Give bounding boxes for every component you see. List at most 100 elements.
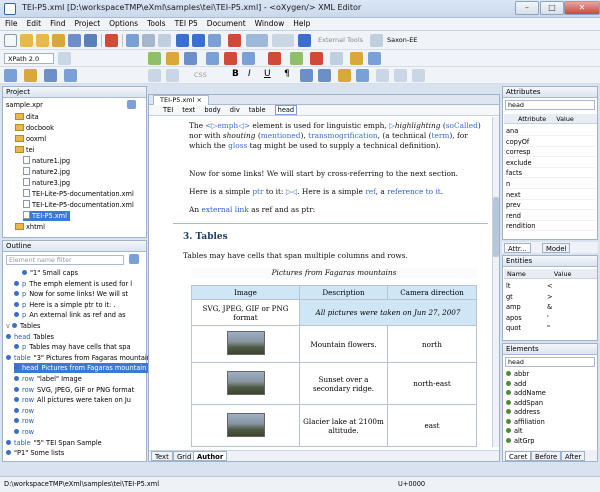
mode-text-tab[interactable]: Text [151, 451, 173, 461]
attribute-row[interactable]: rend [506, 211, 595, 221]
crumb-tei[interactable]: TEI [163, 106, 173, 114]
project-file[interactable]: sample.xpr [6, 100, 43, 110]
element-row[interactable]: addSpan [506, 398, 543, 408]
new-file-icon[interactable] [4, 34, 17, 47]
glacier-lake-image[interactable] [226, 412, 265, 437]
menu-tei[interactable]: TEI P5 [170, 18, 202, 28]
mountain-flowers-image[interactable] [226, 331, 265, 355]
tree-item[interactable]: TEI-P5.xml [23, 211, 70, 221]
image-icon[interactable] [356, 69, 369, 82]
menu-file[interactable]: File [0, 18, 22, 28]
outline-item[interactable]: v Tables [6, 321, 43, 331]
tree-item[interactable]: nature3.jpg [23, 178, 73, 188]
open-icon[interactable] [20, 34, 33, 47]
vertical-scrollbar[interactable] [492, 117, 499, 447]
outline-item[interactable]: row [14, 427, 39, 437]
tab-caret[interactable]: Caret [505, 451, 532, 461]
mode-author-tab[interactable]: Author [193, 451, 228, 461]
paragraph-icon[interactable]: ¶ [284, 69, 290, 79]
close-button[interactable]: ✕ [564, 1, 600, 15]
attribute-row[interactable]: exclude [506, 158, 595, 168]
format-icon[interactable] [184, 52, 197, 65]
attribute-row[interactable]: ana [506, 126, 595, 136]
tab-attributes[interactable]: Attr... [504, 243, 531, 253]
element-row[interactable]: altGrp [506, 436, 534, 446]
entity-row[interactable]: gt > [506, 292, 595, 302]
save-all-icon[interactable] [84, 34, 97, 47]
save-icon[interactable] [68, 34, 81, 47]
attributes-element-select[interactable]: head [505, 100, 595, 110]
project-menu-icon[interactable] [127, 100, 136, 109]
attribute-row[interactable]: n [506, 179, 595, 189]
link-icon[interactable] [338, 69, 351, 82]
outline-item[interactable]: p Now for some links! We will st [14, 289, 130, 299]
tags-icon[interactable] [148, 69, 161, 82]
validate-icon[interactable] [148, 52, 161, 65]
check-icon[interactable] [166, 52, 179, 65]
tab-after[interactable]: After [561, 451, 586, 461]
undo-icon[interactable] [126, 34, 139, 47]
elements-select[interactable]: head [505, 357, 595, 367]
crumb-body[interactable]: body [204, 106, 220, 114]
run-icon[interactable] [298, 34, 311, 47]
open-url-icon[interactable] [36, 34, 49, 47]
tag-icon[interactable] [228, 34, 241, 47]
element-row[interactable]: abbr [506, 369, 529, 379]
crumb-head[interactable]: head [274, 105, 298, 115]
comment-icon[interactable] [224, 52, 237, 65]
external-link[interactable]: external link [201, 205, 248, 214]
tree-item[interactable]: TEI-Lite-P5-documentation.xml [23, 189, 137, 199]
reference-link[interactable]: reference to it [387, 187, 441, 196]
ok-icon[interactable] [290, 52, 303, 65]
maximize-button[interactable]: □ [540, 1, 564, 15]
outline-item[interactable]: row [14, 406, 39, 416]
tab-model[interactable]: Model [542, 243, 571, 253]
outline-item[interactable]: head Pictures from Fagaras mountain [14, 363, 149, 374]
element-row[interactable]: add [506, 379, 526, 389]
tree-item[interactable]: nature2.jpg [23, 167, 73, 177]
menu-tools[interactable]: Tools [142, 18, 169, 28]
outline-item[interactable]: table "3" Pictures from Fagaras mountain [6, 353, 153, 363]
menu-window[interactable]: Window [250, 18, 289, 28]
attribute-row[interactable]: rendition [506, 221, 595, 232]
menu-help[interactable]: Help [288, 18, 314, 28]
debug-icon[interactable] [272, 34, 294, 47]
tree-item[interactable]: TEI-Lite-P5-documentation.xml [23, 200, 137, 210]
menu-project[interactable]: Project [69, 18, 104, 28]
entity-row[interactable]: apos ' [506, 313, 595, 323]
tools-dropdown-icon[interactable] [370, 34, 383, 47]
xpath-icon[interactable] [58, 52, 71, 65]
reload-icon[interactable] [52, 34, 65, 47]
element-row[interactable]: address [506, 407, 540, 417]
outline-item[interactable]: "P1" Some lists [6, 448, 66, 458]
indent-icon[interactable] [206, 52, 219, 65]
outline-item[interactable]: head Tables [6, 332, 56, 342]
insert-icon[interactable] [4, 69, 17, 82]
outline-item[interactable]: row "label" Image [14, 374, 84, 384]
outline-item[interactable]: p The emph element is used for l [14, 279, 134, 289]
forward-icon[interactable] [192, 34, 205, 47]
element-row[interactable]: affiliation [506, 417, 545, 427]
nav-icon[interactable] [208, 34, 221, 47]
outline-item[interactable]: p An external link as ref and as [14, 310, 128, 320]
replace-icon[interactable] [158, 34, 171, 47]
table-icon[interactable] [376, 69, 389, 82]
sunset-image[interactable] [226, 370, 265, 395]
crumb-div[interactable]: div [230, 106, 240, 114]
entity-row[interactable]: quot " [506, 323, 595, 333]
scrollbar-thumb[interactable] [493, 197, 499, 257]
outline-item[interactable]: "1" Small caps [22, 268, 80, 278]
menu-document[interactable]: Document [202, 18, 250, 28]
tree-icon[interactable] [242, 52, 255, 65]
tags-mode-icon[interactable] [166, 69, 179, 82]
attribute-row[interactable]: next [506, 190, 595, 200]
outline-item[interactable]: row SVG, JPEG, GIF or PNG format [14, 385, 136, 395]
external-tools-label[interactable]: External Tools [318, 36, 363, 44]
entity-row[interactable]: amp & [506, 302, 595, 312]
outline-filter-input[interactable]: Element name filter [6, 255, 124, 265]
outline-item[interactable]: row [14, 416, 39, 426]
attribute-row[interactable]: facts [506, 168, 595, 179]
transform-icon[interactable] [246, 34, 268, 47]
filter-icon[interactable] [44, 69, 57, 82]
schema-icon[interactable] [268, 52, 281, 65]
